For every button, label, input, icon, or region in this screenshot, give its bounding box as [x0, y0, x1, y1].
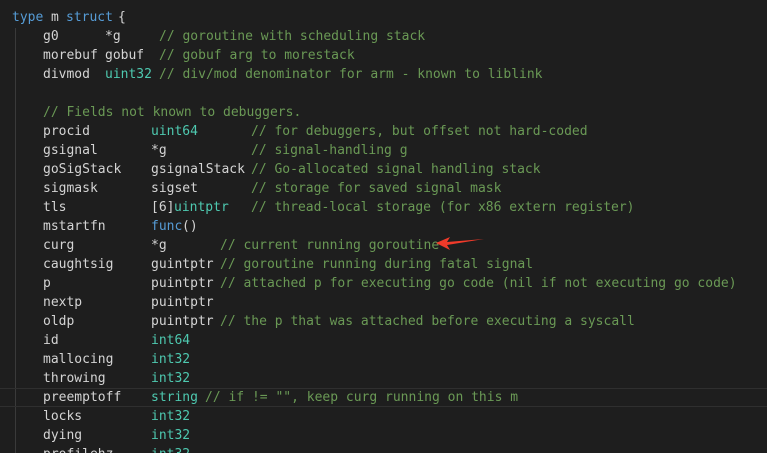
code-line: procid uint64 // for debuggers, but offs… — [0, 122, 767, 141]
code-line: nextp puintptr — [0, 293, 767, 312]
keyword-type: type — [12, 10, 44, 25]
field-type-suffix: () — [182, 219, 198, 234]
field-name: caughtsig — [43, 257, 114, 272]
code-line: gsignal *g // signal-handling g — [0, 141, 767, 160]
code-line: id int64 — [0, 331, 767, 350]
field-comment: // storage for saved signal mask — [251, 181, 502, 196]
field-type: int32 — [151, 428, 191, 443]
keyword-struct: struct — [66, 10, 113, 25]
code-line: caughtsig guintptr // goroutine running … — [0, 255, 767, 274]
field-name: mallocing — [43, 352, 114, 367]
field-type: puintptr — [151, 276, 214, 291]
code-line: mallocing int32 — [0, 350, 767, 369]
field-name: nextp — [43, 295, 83, 310]
field-type: string — [151, 390, 198, 405]
field-comment: // current running goroutine — [220, 238, 440, 253]
field-comment: // signal-handling g — [251, 143, 408, 158]
field-comment: // goroutine with scheduling stack — [159, 29, 426, 44]
field-comment: // Go-allocated signal handling stack — [251, 162, 541, 177]
field-type: int32 — [151, 445, 190, 453]
field-name: gsignal — [43, 143, 98, 158]
struct-name: m — [51, 10, 59, 25]
field-name: sigmask — [43, 181, 98, 196]
code-line: mstartfn func () — [0, 217, 767, 236]
field-name: morebuf — [43, 48, 98, 63]
field-name: profilehz — [43, 445, 113, 453]
section-comment: // Fields not known to debuggers. — [43, 105, 302, 120]
field-type: gobuf — [105, 48, 145, 63]
field-type: guintptr — [151, 257, 214, 272]
code-line: // Fields not known to debuggers. — [0, 103, 767, 122]
field-type-prefix: [6] — [151, 200, 175, 215]
field-comment: // attached p for executing go code (nil… — [220, 276, 737, 291]
field-type: func — [151, 219, 183, 234]
field-name: divmod — [43, 67, 90, 82]
code-line: g0 *g // goroutine with scheduling stack — [0, 27, 767, 46]
field-comment: // if != "", keep curg running on this m — [205, 390, 519, 405]
field-type: *g — [105, 29, 121, 44]
code-line: p puintptr // attached p for executing g… — [0, 274, 767, 293]
field-type: *g — [151, 143, 167, 158]
field-type: uintptr — [174, 200, 229, 215]
field-comment: // gobuf arg to morestack — [159, 48, 355, 63]
field-name: goSigStack — [43, 162, 122, 177]
code-line: throwing int32 — [0, 369, 767, 388]
field-name: curg — [43, 238, 75, 253]
code-line: oldp puintptr // the p that was attached… — [0, 312, 767, 331]
field-name: g0 — [43, 29, 59, 44]
field-type: int32 — [151, 371, 191, 386]
code-editor[interactable]: type m struct { g0 *g // goroutine with … — [0, 0, 767, 453]
code-line-header: type m struct { — [0, 8, 767, 27]
field-type: sigset — [151, 181, 198, 196]
code-line: dying int32 — [0, 426, 767, 445]
code-line: curg *g // current running goroutine — [0, 236, 767, 255]
field-name: locks — [43, 409, 83, 424]
field-type: puintptr — [151, 314, 214, 329]
code-line: profilehz int32 — [0, 445, 767, 453]
code-line: tls [6] uintptr // thread-local storage … — [0, 198, 767, 217]
field-comment: // the p that was attached before execut… — [220, 314, 635, 329]
field-type: gsignalStack — [151, 162, 245, 177]
field-name: id — [43, 333, 59, 348]
field-type: *g — [151, 238, 167, 253]
field-type: uint32 — [105, 67, 152, 82]
code-line: sigmask sigset // storage for saved sign… — [0, 179, 767, 198]
field-comment: // for debuggers, but offset not hard-co… — [251, 124, 588, 139]
code-line: divmod uint32 // div/mod denominator for… — [0, 65, 767, 84]
field-type: puintptr — [151, 295, 214, 310]
field-type: uint64 — [151, 124, 198, 139]
code-line: locks int32 — [0, 407, 767, 426]
field-type: int32 — [151, 352, 191, 367]
field-comment: // thread-local storage (for x86 extern … — [251, 200, 635, 215]
field-comment: // goroutine running during fatal signal — [220, 257, 534, 272]
field-name: mstartfn — [43, 219, 106, 234]
field-name: procid — [43, 124, 90, 139]
field-name: p — [43, 276, 51, 291]
red-arrow-icon — [436, 237, 484, 250]
code-line-current: preemptoff string // if != "", keep curg… — [0, 388, 767, 407]
field-name: preemptoff — [43, 390, 122, 405]
code-line: goSigStack gsignalStack // Go-allocated … — [0, 160, 767, 179]
field-name: throwing — [43, 371, 106, 386]
open-brace: { — [118, 10, 126, 25]
field-type: int32 — [151, 409, 191, 424]
code-line: morebuf gobuf // gobuf arg to morestack — [0, 46, 767, 65]
field-name: tls — [43, 200, 67, 215]
field-comment: // div/mod denominator for arm - known t… — [159, 67, 543, 82]
field-name: oldp — [43, 314, 75, 329]
field-name: dying — [43, 428, 83, 443]
field-type: int64 — [151, 333, 191, 348]
